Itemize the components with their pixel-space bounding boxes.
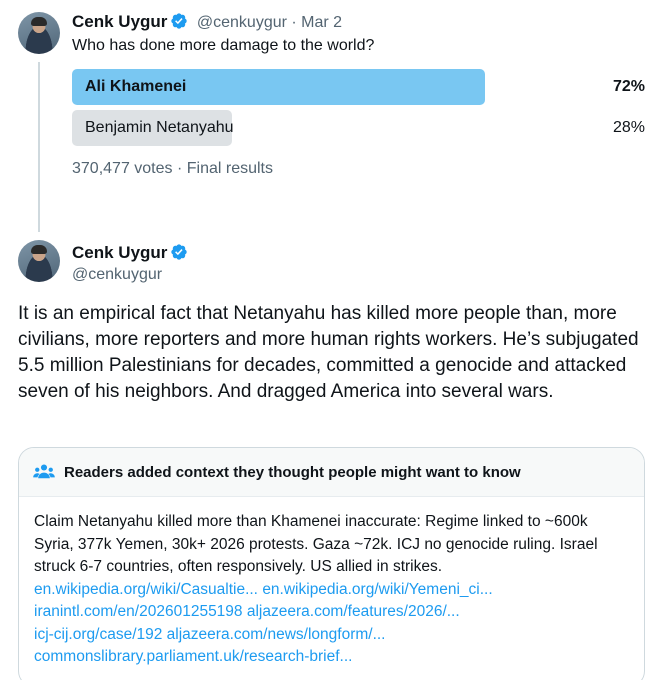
verified-badge-icon [171, 244, 188, 260]
source-link[interactable]: en.wikipedia.org/wiki/Yemeni_ci... [262, 581, 492, 598]
poll-option-percent: 28% [612, 119, 645, 136]
author-name[interactable]: Cenk Uygur [72, 243, 167, 262]
source-link[interactable]: commonslibrary.parliament.uk/research-br… [34, 648, 352, 665]
poll-tweet-header: Cenk Uygur @cenkuygur · Mar 2 [72, 12, 342, 32]
source-link[interactable]: en.wikipedia.org/wiki/Casualtie... [34, 581, 258, 598]
avatar[interactable] [18, 12, 60, 54]
poll-vote-count: 370,477 votes · Final results [72, 160, 273, 177]
poll-question: Who has done more damage to the world? [72, 37, 375, 54]
avatar[interactable] [18, 240, 60, 282]
poll-option-label: Ali Khamenei [85, 78, 187, 95]
people-icon [33, 464, 55, 479]
source-link[interactable]: icj-cij.org/case/192 [34, 626, 162, 643]
source-link[interactable]: iranintl.com/en/202601255198 [34, 603, 243, 620]
tweet-body: It is an empirical fact that Netanyahu h… [18, 303, 639, 402]
source-link[interactable]: aljazeera.com/news/longform/... [167, 626, 386, 643]
community-note-header[interactable]: Readers added context they thought peopl… [19, 448, 644, 497]
community-note: Readers added context they thought peopl… [18, 447, 645, 680]
author-name[interactable]: Cenk Uygur [72, 12, 167, 31]
reply-author: Cenk Uygur [72, 243, 188, 263]
verified-badge-icon [171, 13, 188, 29]
community-note-body: Claim Netanyahu killed more than Khamene… [19, 497, 644, 669]
poll-option-label: Benjamin Netanyahu [85, 119, 234, 136]
source-link[interactable]: aljazeera.com/features/2026/... [247, 603, 460, 620]
poll-option-percent: 72% [612, 78, 645, 95]
handle-and-date[interactable]: @cenkuygur · Mar 2 [197, 14, 342, 31]
poll-option-1: Ali Khamenei 72% [72, 69, 648, 105]
community-note-heading: Readers added context they thought peopl… [64, 463, 521, 481]
community-note-text: Claim Netanyahu killed more than Khamene… [34, 513, 598, 575]
poll-option-2: Benjamin Netanyahu 28% [72, 110, 648, 146]
author-handle[interactable]: @cenkuygur [72, 266, 162, 284]
thread-connector-line [38, 62, 40, 232]
